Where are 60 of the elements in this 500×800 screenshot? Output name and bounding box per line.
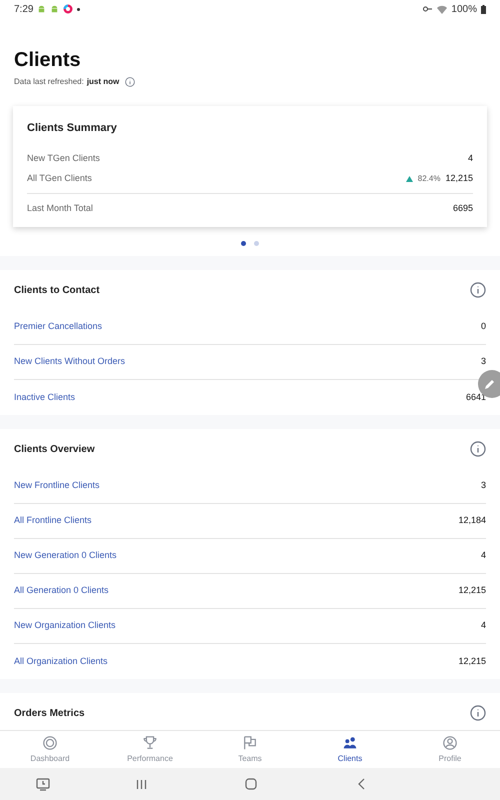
client-link[interactable]: All Organization Clients xyxy=(14,654,108,668)
metric-value: 4 xyxy=(468,152,473,165)
metric-value: 12,215 xyxy=(445,172,473,185)
screen-icon[interactable] xyxy=(36,778,50,790)
row-value: 12,184 xyxy=(458,514,486,528)
change-percent: 82.4% xyxy=(418,172,440,184)
section-title: Clients to Contact xyxy=(14,284,100,298)
status-time: 7:29 xyxy=(14,2,34,16)
people-icon xyxy=(342,734,358,750)
card-title: Clients Summary xyxy=(27,121,118,136)
page-title: Clients xyxy=(14,48,82,72)
up-triangle-icon xyxy=(406,176,413,182)
info-icon[interactable] xyxy=(125,77,136,87)
section-title: Clients Overview xyxy=(14,442,95,456)
metric-label: Last Month Total xyxy=(27,202,93,214)
recent-apps-icon[interactable] xyxy=(136,778,146,790)
android-icon xyxy=(37,4,46,14)
row-value: 6641 xyxy=(466,390,486,404)
refresh-time: just now xyxy=(86,76,120,88)
row-value: 3 xyxy=(480,479,486,492)
row-value: 3 xyxy=(480,355,486,368)
dot-icon xyxy=(77,8,80,10)
page-indicator[interactable] xyxy=(241,241,246,246)
home-icon[interactable] xyxy=(245,778,257,790)
nav-tab[interactable]: Teams xyxy=(200,731,300,768)
client-link[interactable]: All Frontline Clients xyxy=(14,514,92,528)
battery-icon xyxy=(481,4,486,14)
metric-label: All TGen Clients xyxy=(27,172,92,185)
nav-tab[interactable]: Clients xyxy=(300,731,400,768)
client-link[interactable]: All Generation 0 Clients xyxy=(14,584,109,598)
info-icon[interactable] xyxy=(470,705,486,721)
row-value: 0 xyxy=(480,320,486,334)
battery-level: 100% xyxy=(451,2,477,16)
client-link[interactable]: Premier Cancellations xyxy=(14,320,102,334)
section-title: Orders Metrics xyxy=(14,706,85,720)
nav-tab[interactable]: Dashboard xyxy=(0,731,100,768)
row-value: 12,215 xyxy=(458,584,486,598)
key-icon xyxy=(423,6,434,12)
client-link[interactable]: Inactive Clients xyxy=(14,390,76,404)
client-link[interactable]: New Clients Without Orders xyxy=(14,355,126,369)
info-icon[interactable] xyxy=(470,282,486,298)
profile-icon xyxy=(442,734,458,750)
flags-icon xyxy=(242,734,258,750)
android-icon xyxy=(50,4,60,14)
info-icon[interactable] xyxy=(470,441,486,457)
row-value: 4 xyxy=(480,549,486,562)
client-link[interactable]: New Organization Clients xyxy=(14,619,116,633)
row-value: 12,215 xyxy=(458,654,486,668)
metric-label: New TGen Clients xyxy=(27,152,100,165)
target-icon xyxy=(42,734,58,750)
row-value: 4 xyxy=(480,619,486,632)
refresh-label: Data last refreshed: xyxy=(14,76,84,88)
back-icon[interactable] xyxy=(358,778,364,790)
metric-value: 6695 xyxy=(452,202,473,214)
client-link[interactable]: New Generation 0 Clients xyxy=(14,549,117,563)
wifi-icon xyxy=(437,4,448,14)
app-icon xyxy=(63,4,74,14)
pencil-icon xyxy=(484,378,496,390)
trophy-icon xyxy=(142,734,158,750)
client-link[interactable]: New Frontline Clients xyxy=(14,479,100,493)
